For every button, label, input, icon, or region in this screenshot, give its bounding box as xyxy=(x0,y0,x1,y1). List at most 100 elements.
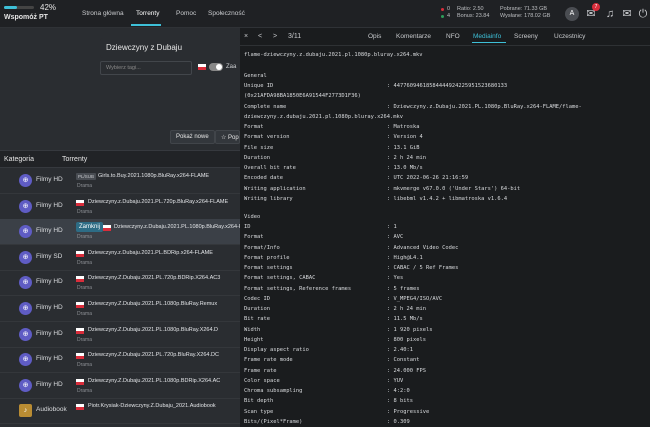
mediainfo-line: Bit depth: 8 bits xyxy=(244,398,413,404)
avatar[interactable]: A xyxy=(565,7,579,21)
tab-description[interactable]: Opis xyxy=(368,33,381,40)
mediainfo-value: : 13.0 Mb/s xyxy=(387,165,423,171)
mediainfo-value: : 800 pixels xyxy=(387,336,426,343)
mediainfo-value: : High@L4.1 xyxy=(387,254,423,261)
table-row[interactable]: ♪ Audiobook Piotr.Krysiak-Dziewczyny.Z.Dub… xyxy=(0,398,240,425)
mediainfo-value: : Progressive xyxy=(387,408,430,415)
torrent-name[interactable]: Dziewczyny.z.Dubaju.2021.PL.BDRip.x264-F… xyxy=(88,250,240,256)
nav-torrents[interactable]: Torrenty xyxy=(136,10,159,17)
mediainfo-value: : 5 frames xyxy=(387,285,420,292)
category-icon: ⊕ xyxy=(19,276,32,290)
bonus-stat: Bonus: 23.84 xyxy=(457,13,490,19)
support-link[interactable]: Wspomóż PT xyxy=(4,14,48,21)
mediainfo-line: Unique ID: 44776094618584444924225951523… xyxy=(244,83,507,89)
video-section-title: Video xyxy=(244,214,261,220)
mediainfo-line: Format settings, Reference frames: 5 fra… xyxy=(244,286,419,292)
mediainfo-line: dziewczyny.z.dubaju.2021.pl.1080p.bluray… xyxy=(244,114,403,120)
tags-select[interactable]: Wybierz tagi... xyxy=(100,61,192,75)
next-icon[interactable]: > xyxy=(273,33,277,40)
torrent-name[interactable]: Dziewczyny.Z.Dubaju.2021.PL.720p.BDRip.X… xyxy=(88,275,240,281)
table-row[interactable]: ⊕ Filmy HD Dziewczyny.Z.Dubaju.2021.PL.108… xyxy=(0,296,240,322)
tab-nfo[interactable]: NFO xyxy=(446,33,460,40)
nav-community[interactable]: Społeczność xyxy=(208,10,245,17)
mediainfo-value: : 2.40:1 xyxy=(387,347,413,353)
mediainfo-line: Width: 1 920 pixels xyxy=(244,327,432,333)
table-row[interactable]: ⊕ Filmy SD Dziewczyny.z.Dubaju.2021.PL.BDR… xyxy=(0,245,240,271)
torrent-name[interactable]: Dziewczyny.Z.Dubaju.2021.PL.1080p.BDRip.… xyxy=(88,378,240,384)
torrent-name[interactable]: Dziewczyny.z.Dubaju.2021.PL.1080p.BluRay… xyxy=(114,224,240,230)
torrent-name[interactable]: Dziewczyny.z.Dubaju.2021.PL.720p.BluRay.… xyxy=(88,199,240,205)
category-label[interactable]: Filmy HD xyxy=(36,227,63,234)
mediainfo-value: : AVC xyxy=(387,234,404,241)
power-icon[interactable]: ⏻ xyxy=(636,7,650,21)
torrent-genre: Drama xyxy=(77,285,93,292)
pl-flag-icon xyxy=(76,250,84,257)
tab-mediainfo[interactable]: Mediainfo xyxy=(473,33,501,40)
seeding-count: 0 xyxy=(447,6,451,12)
table-row[interactable]: ⊕ Filmy HD PL/SUB Girls.to.Buy.2021.1080p.B… xyxy=(0,168,240,194)
table-row[interactable]: ⊕ Filmy HD Dziewczyny.Z.Dubaju.2021.PL.720… xyxy=(0,270,240,297)
torrent-name[interactable]: Dziewczyny.Z.Dubaju.2021.PL.1080p.BluRay… xyxy=(88,301,240,307)
category-label[interactable]: Filmy SD xyxy=(36,253,62,260)
torrent-name[interactable]: Girls.to.Buy.2021.1080p.BluRay.x264-FLAM… xyxy=(98,173,240,179)
category-label[interactable]: Filmy HD xyxy=(36,176,63,183)
torrent-genre: Drama xyxy=(77,387,93,394)
category-icon: ⊕ xyxy=(19,353,32,367)
tab-participants[interactable]: Uczestnicy xyxy=(554,33,585,40)
table-row[interactable]: ⊕ Filmy HD Dziewczyny.Z.Dubaju.2021.PL.108… xyxy=(0,373,240,399)
mediainfo-key: Format version xyxy=(244,134,290,141)
popular-button[interactable]: ☆ Popularne xyxy=(215,130,240,144)
search-input[interactable]: Dziewczyny z Dubaju xyxy=(100,38,240,58)
nav-help[interactable]: Pomoc xyxy=(176,10,196,17)
mediainfo-line: Format/Info: Advanced Video Codec xyxy=(244,244,458,251)
active-nav-indicator xyxy=(131,24,161,26)
category-label[interactable]: Filmy HD xyxy=(36,381,63,388)
nav-home[interactable]: Strona główna xyxy=(82,10,124,17)
category-label[interactable]: Filmy HD xyxy=(36,202,63,209)
mediainfo-value: : libebml v1.4.2 + libmatroska v1.6.4 xyxy=(387,195,508,202)
category-label[interactable]: Audiobook xyxy=(36,406,67,413)
notification-badge: 7 xyxy=(592,3,600,11)
mediainfo-value: : UTC 2022-06-26 21:16:59 xyxy=(387,175,469,182)
show-new-button[interactable]: Pokaż nowe xyxy=(170,130,215,144)
torrent-name[interactable]: Dziewczyny.Z.Dubaju.2021.PL.1080p.BluRay… xyxy=(88,327,240,333)
tab-screenshots[interactable]: Screeny xyxy=(514,33,538,40)
mediainfo-value: : mkvmerge v67.0.0 ('Under Stars') 64-bi… xyxy=(387,185,521,192)
category-label[interactable]: Filmy HD xyxy=(36,355,63,362)
mediainfo-line: Frame rate: 24.000 FPS xyxy=(244,367,426,374)
pl-flag-icon xyxy=(76,404,84,411)
category-label[interactable]: Filmy HD xyxy=(36,278,63,285)
pl-flag-icon xyxy=(76,276,84,283)
mail-icon[interactable]: ✉ xyxy=(620,7,634,21)
prev-icon[interactable]: < xyxy=(258,33,262,40)
table-row[interactable]: ⊕ Filmy HD Dziewczyny.Z.Dubaju.2021.PL.720… xyxy=(0,347,240,374)
torrent-genre: Drama xyxy=(77,259,93,266)
filter-toggle[interactable] xyxy=(209,63,223,71)
torrent-genre: Drama xyxy=(77,183,93,189)
torrent-name[interactable]: Piotr.Krysiak-Dziewczyny.Z.Dubaju_2021.A… xyxy=(88,403,240,409)
category-label[interactable]: Filmy HD xyxy=(36,304,63,311)
table-row[interactable]: ⊕ Filmy HD Zamknij Dziewczyny.z.Dubaju.2021… xyxy=(0,219,240,246)
mediainfo-key: Frame rate xyxy=(244,367,277,374)
close-icon[interactable]: × xyxy=(244,33,248,40)
header-category[interactable]: Kategoria xyxy=(4,156,34,163)
mediainfo-value: : 1 xyxy=(387,224,397,230)
mediainfo-value: : 8 bits xyxy=(387,398,413,405)
close-button[interactable]: Zamknij xyxy=(76,222,104,233)
category-icon: ⊕ xyxy=(19,174,32,187)
mediainfo-key: Display aspect ratio xyxy=(244,347,309,353)
category-label[interactable]: Filmy HD xyxy=(36,330,63,337)
torrent-genre: Drama xyxy=(77,311,93,317)
mediainfo-value: : Constant xyxy=(387,357,420,364)
mediainfo-key: Format/Info xyxy=(244,244,280,251)
mediainfo-line: Encoded date: UTC 2022-06-26 21:16:59 xyxy=(244,175,468,181)
header-torrents[interactable]: Torrenty xyxy=(62,156,87,163)
tab-comments[interactable]: Komentarze xyxy=(396,33,431,40)
uploaded-stat: Wysłane: 178.02 GB xyxy=(500,13,551,19)
mediainfo-line: Format version: Version 4 xyxy=(244,134,423,141)
mediainfo-key: (0x21AFDA98BA1850E6A91544F2773D1F36) xyxy=(244,93,361,100)
bell-icon[interactable]: ♫ xyxy=(603,7,617,21)
table-row[interactable]: ⊕ Filmy HD Dziewczyny.z.Dubaju.2021.PL.720… xyxy=(0,194,240,220)
table-row[interactable]: ⊕ Filmy HD Dziewczyny.Z.Dubaju.2021.PL.108… xyxy=(0,322,240,348)
torrent-name[interactable]: Dziewczyny.Z.Dubaju.2021.PL.720p.BluRay.… xyxy=(88,352,240,358)
